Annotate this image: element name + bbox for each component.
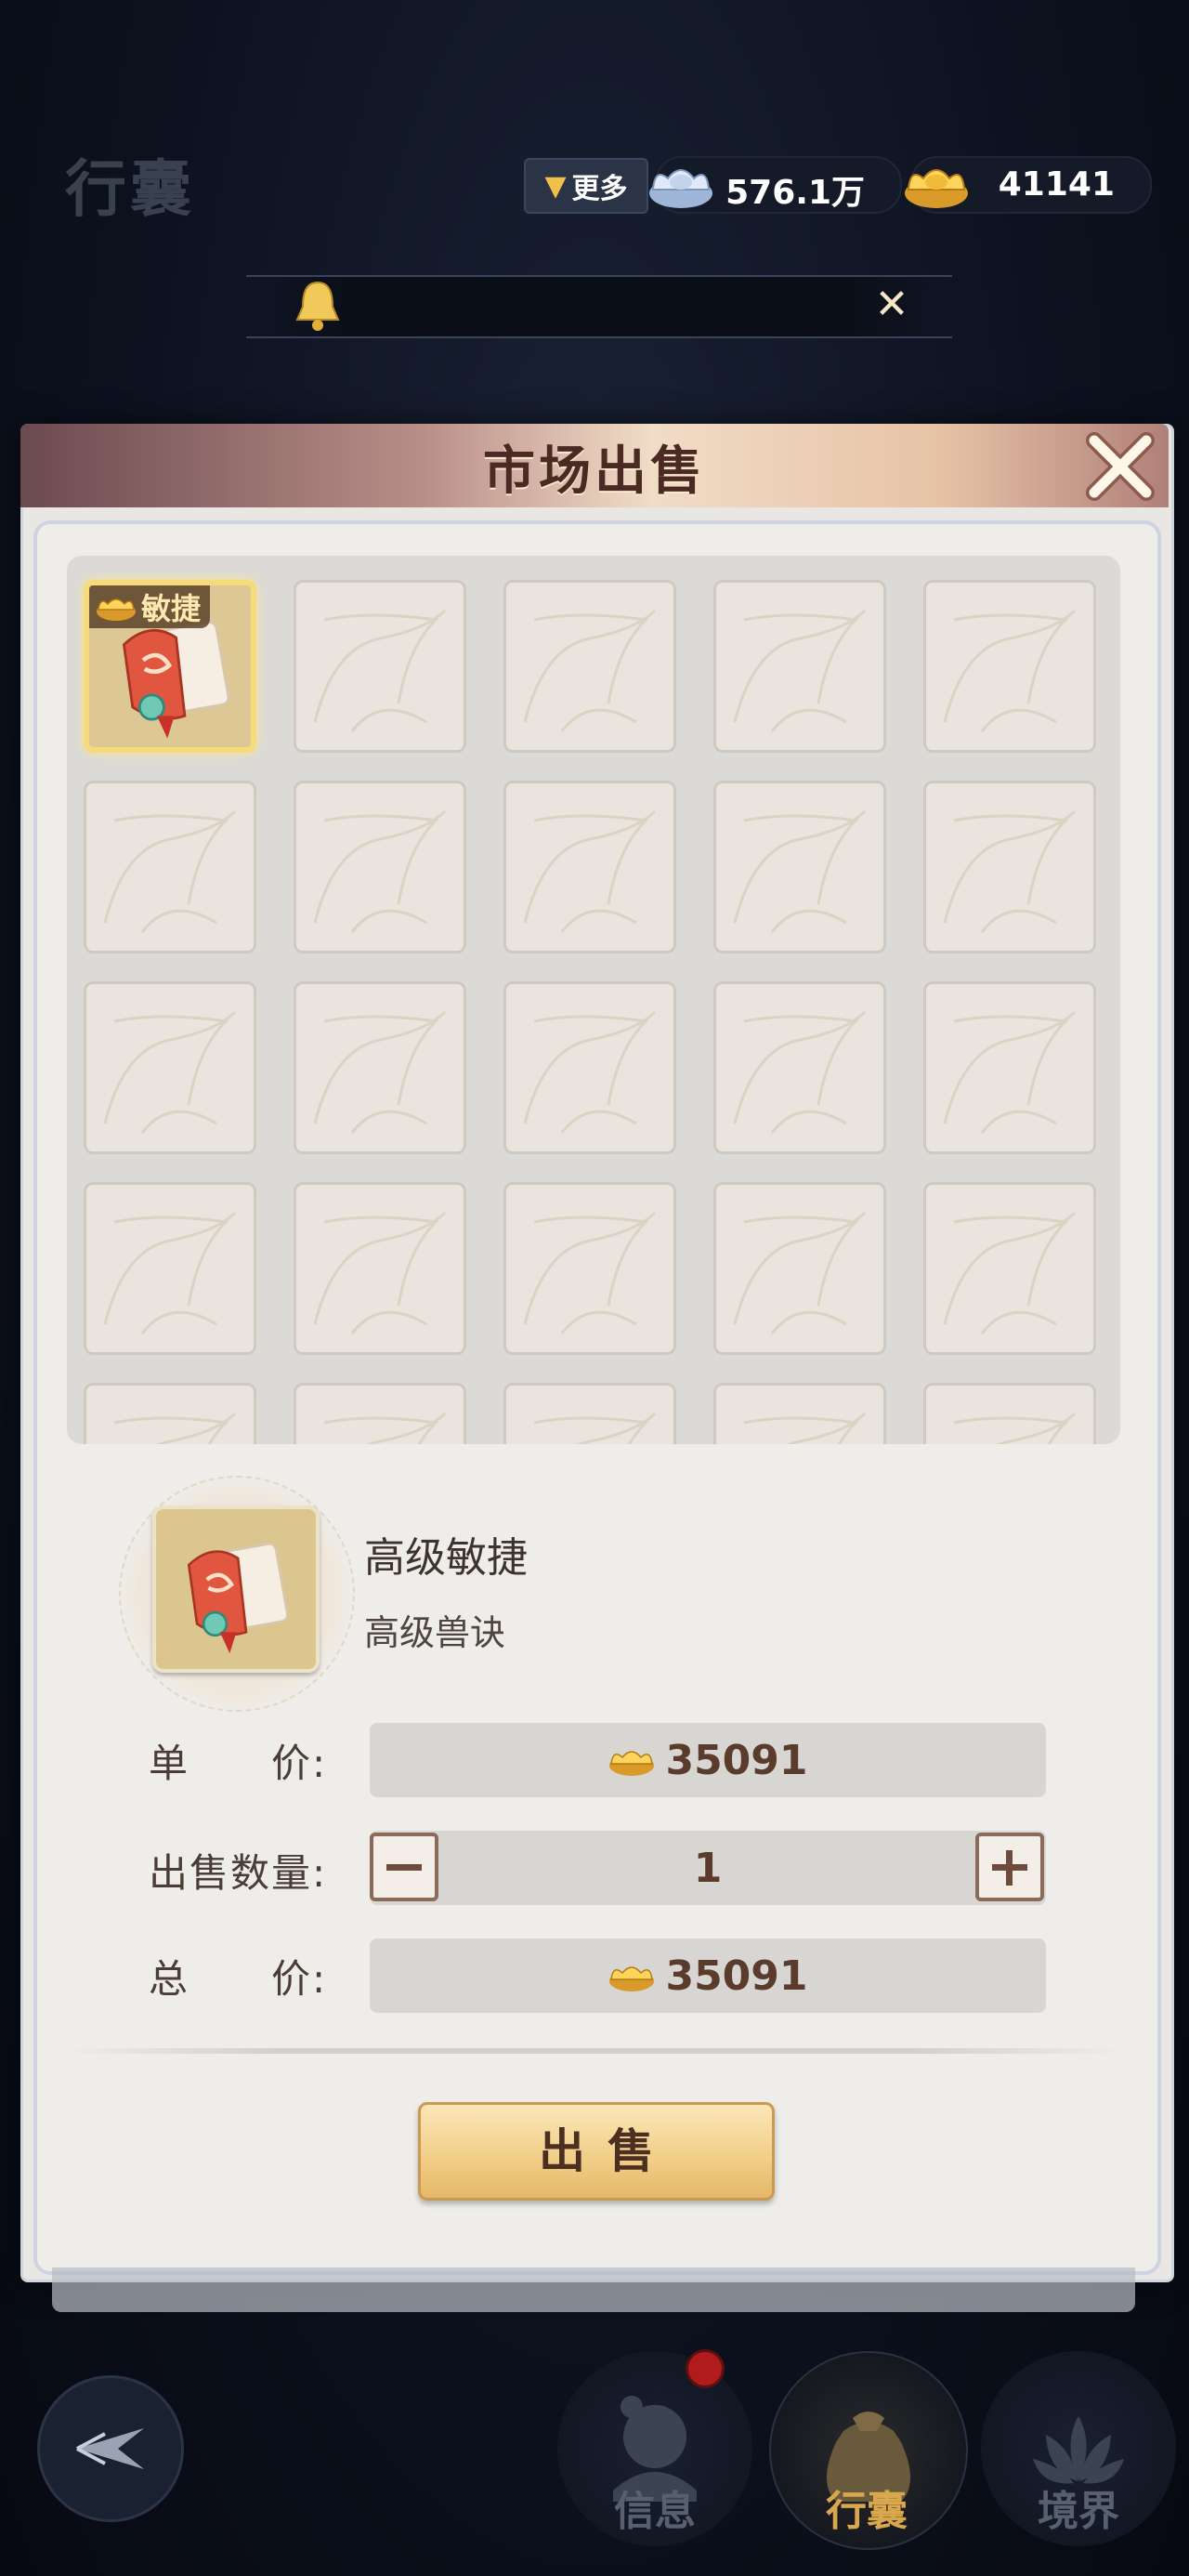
item-slot-empty[interactable] [713,580,886,753]
item-slot-empty[interactable] [84,1383,256,1444]
item-slot-empty[interactable] [294,1182,466,1355]
gold-ingot-icon [609,1966,655,1991]
notice-bar [246,275,952,338]
item-slot-empty[interactable] [713,1182,886,1355]
item-name: 高级敏捷 [364,1534,528,1582]
nav-realm-label: 境界 [1038,2488,1119,2535]
close-icon[interactable] [1081,427,1159,506]
item-slot-empty[interactable] [923,781,1096,953]
item-slot-empty[interactable] [923,1182,1096,1355]
total-price-label: 总 价: [149,1956,328,2002]
notification-badge [686,2349,725,2388]
divider [65,2048,1124,2054]
increase-button[interactable] [975,1833,1044,1901]
gold-ingot-icon [905,169,968,208]
item-slot-empty[interactable] [294,781,466,953]
more-label: 更多 [571,173,628,205]
quantity-stepper[interactable]: 1 [370,1831,1046,1905]
decrease-button[interactable] [370,1833,438,1901]
item-slot-empty[interactable] [923,1383,1096,1444]
gold-value: 41141 [998,165,1115,204]
item-slot-empty[interactable] [923,981,1096,1154]
item-slot-empty[interactable] [503,580,676,753]
item-slot-empty[interactable] [713,1383,886,1444]
sell-button[interactable]: 出售 [418,2102,775,2201]
more-button[interactable]: ▼ 更多 [524,158,648,214]
item-slot-empty[interactable] [713,981,886,1154]
item-slot-empty[interactable] [84,981,256,1154]
underlying-panel-edge [52,2267,1135,2312]
gold-ingot-icon [609,1751,655,1776]
quantity-label: 出售数量: [149,1850,328,1896]
silver-value: 576.1万 [725,174,865,212]
item-slot-empty[interactable] [294,981,466,1154]
minus-icon [386,1864,422,1871]
item-tag: 敏捷 [89,585,211,628]
item-slot-empty[interactable] [923,580,1096,753]
item-slot-empty[interactable] [503,1383,676,1444]
item-type: 高级兽诀 [364,1612,506,1653]
item-grid[interactable]: 敏捷 [67,556,1120,1444]
total-price-field: 35091 [370,1939,1046,2013]
gold-ingot-icon [97,598,136,621]
item-slot-empty[interactable] [84,781,256,953]
back-button[interactable] [37,2375,184,2522]
bell-icon [295,281,340,331]
silver-ingot-icon [649,169,712,208]
page-title: 行囊 [65,153,195,225]
unit-price-label: 单 价: [149,1741,328,1786]
close-icon[interactable]: ✕ [868,281,916,329]
nav-info-label: 信息 [614,2488,696,2535]
swallow-back-icon [76,2428,144,2469]
nav-bag-label: 行囊 [826,2488,908,2535]
item-slot-empty[interactable] [503,781,676,953]
skill-scroll-icon [187,1543,289,1654]
quantity-value: 1 [693,1844,723,1892]
item-slot-empty[interactable] [503,1182,676,1355]
item-slot-empty[interactable] [294,1383,466,1444]
item-tag-label: 敏捷 [141,591,202,626]
item-slot-empty[interactable] [294,580,466,753]
gold-currency[interactable]: 41141 [905,156,1152,214]
unit-price-field: 35091 [370,1723,1046,1797]
total-price-value: 35091 [665,1952,808,2000]
chevron-down-icon: ▼ [544,169,567,203]
silver-currency[interactable]: 576.1万 [649,156,902,214]
item-slot-selected[interactable]: 敏捷 [84,580,256,753]
item-slot-empty[interactable] [713,781,886,953]
detail-item-icon [152,1505,320,1673]
item-slot-empty[interactable] [503,981,676,1154]
dialog-title: 市场出售 [483,441,706,502]
unit-price-value: 35091 [665,1736,808,1784]
item-slot-empty[interactable] [84,1182,256,1355]
